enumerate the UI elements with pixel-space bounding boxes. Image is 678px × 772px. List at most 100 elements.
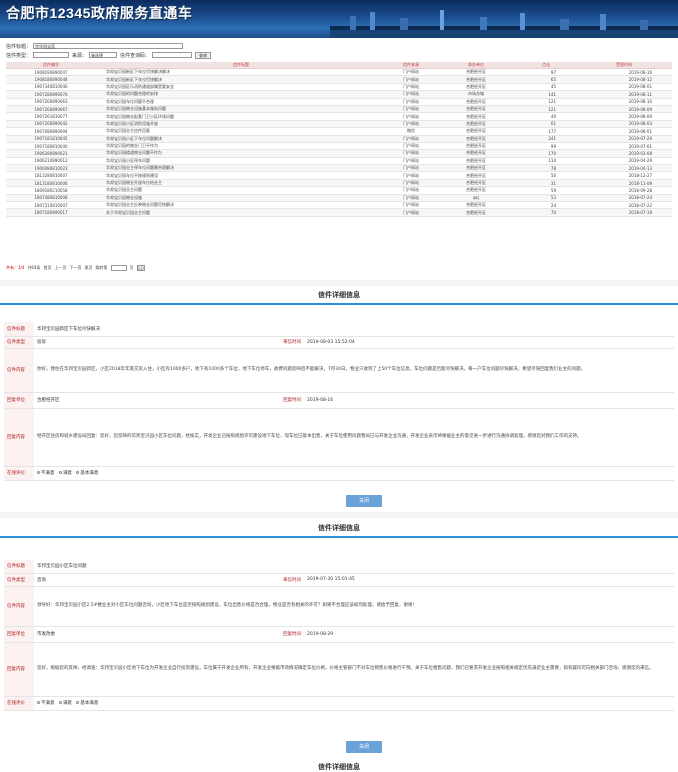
cell-clicks: 45 (516, 83, 576, 92)
cell-source: 门户网站 (386, 201, 436, 210)
cell-title[interactable]: 华邦宝贝园物业设施 (96, 194, 386, 203)
cell-title[interactable]: 华邦宝贝园楼道物业问题不作为 (96, 149, 386, 158)
table-row[interactable]: 1908180890048 华邦宝贝园新区下车位尽快解决 门户网站 合肥经开区 65 20… (6, 75, 672, 84)
section-rule (0, 303, 678, 305)
cell-title[interactable]: 华邦宝贝园业主停车位问题需合理解决 (96, 164, 386, 173)
table-row[interactable]: 1908190890047 华邦宝贝园新区下车位尽快解决解决 门户网站 合肥经开区 97… (6, 68, 672, 77)
cell-id: 1907260890042 (6, 120, 96, 129)
type-input[interactable] (33, 52, 70, 58)
table-row[interactable]: 1813280810007 华邦宝贝园车位不按规则建设 门户网站 合肥经开区 50 201… (6, 171, 672, 180)
table-row[interactable]: 1907340810040 华邦宝贝园区乐消防通道部属是要安全 门户网站 合肥经开区 4… (6, 83, 672, 92)
cell-clicks: 40 (516, 112, 576, 121)
cell-unit: 合肥经开区 (436, 186, 516, 195)
table-row[interactable]: 1907260890067 华邦宝贝园物业设施基本服务问题 门户网站 合肥经开区 121… (6, 105, 672, 114)
cell-date: 2019-08-09 (576, 112, 672, 121)
cell-source: 门户网站 (386, 112, 436, 121)
cell-unit: 合肥经开区 (436, 83, 516, 92)
table-row[interactable]: 1807310810007 华邦宝贝园业主反映物业问题尽快解决 门户网站 合肥经开区 2… (6, 201, 672, 210)
go-button[interactable]: GO (136, 265, 145, 271)
cell-unit: 合肥经开区 (436, 164, 516, 173)
unit-key: 回复单位 (4, 392, 34, 409)
table-row[interactable]: 1906080810023 华邦宝贝园业主停车位问题需合理解决 门户网站 合肥经开区 7… (6, 164, 672, 173)
cell-unit: 合肥经开区 (436, 105, 516, 114)
next-page-link[interactable]: 下一页 (70, 265, 82, 271)
eval-option-radio[interactable]: 基本满意 (76, 700, 98, 706)
unit-key: 回复单位 (4, 626, 34, 643)
table-row[interactable]: 1807180890017 关于华邦宝贝园业主问题 门户网站 合肥经开区 70 2018-… (6, 208, 672, 217)
from-select[interactable]: 来选择 (89, 52, 118, 58)
cell-title[interactable]: 华邦宝贝园车位不按规则建设 (96, 171, 386, 180)
cell-id: 1907280890076 (6, 90, 96, 99)
cell-clicks: 24 (516, 201, 576, 210)
cell-source: 门户网站 (386, 157, 436, 166)
table-row[interactable]: 1813180810006 华邦宝贝园物业开放车位给业主 门户网站 合肥经开区 31 20… (6, 179, 672, 188)
table-row[interactable]: 1907181810045 华邦宝贝园小区下车位问题解决 门户网站 合肥经开区 241 2… (6, 135, 672, 143)
eval-option-radio[interactable]: 基本满意 (76, 470, 98, 476)
cell-title[interactable]: 关于华邦宝贝园业主问题 (96, 208, 386, 217)
title-input[interactable]: 宗华园宝蓝 (33, 43, 184, 49)
table-row[interactable]: 1907260890063 华邦宝贝园车位问题不合理 门户网站 合肥经开区 121 201… (6, 98, 672, 106)
first-page-link[interactable]: 首页 (44, 265, 52, 271)
eval-option-radio[interactable]: 满意 (58, 700, 72, 706)
separator (0, 512, 678, 518)
total-count: 共64条 (27, 265, 41, 270)
cell-title[interactable]: 华邦宝贝园物业开放车位给业主 (96, 179, 386, 188)
cell-title[interactable]: 华邦宝贝园新区下车位尽快解决 (96, 75, 386, 84)
cell-id: 1807480810008 (6, 194, 96, 203)
cell-title[interactable]: 华邦宝贝园的问题合理的安排 (96, 90, 386, 99)
cell-title[interactable]: 华邦宝贝园的物业门卫不作为 (96, 142, 386, 151)
subject-value: 华邦宝贝园小区车位问题 (34, 560, 674, 574)
search-button[interactable]: 查询 (195, 51, 212, 59)
last-page-link[interactable]: 尾页 (85, 265, 93, 271)
unit-value: 市发改委 (34, 626, 234, 643)
cell-title[interactable]: 华邦宝贝园业主反映物业问题尽快解决 (96, 201, 386, 210)
content-value: 领导好：华邦宝贝园小区2.5#楼业主对小区车位问题咨询，小区地下车位是否按照规划… (34, 586, 674, 627)
cell-unit: 合肥经开区 (436, 201, 516, 210)
type-label: 信件类型： (6, 52, 32, 59)
table-row[interactable]: 1907261810077 华邦宝贝园物业配套门卫小区环境问题 门户网站 合肥经开区 4… (6, 112, 672, 121)
code-input[interactable] (152, 52, 193, 58)
eval-option-radio[interactable]: 不满意 (37, 470, 55, 476)
reply-time-key: 回复时间 (234, 626, 304, 643)
table-row[interactable]: 1906210890012 华邦宝贝园小区停车问题 门户网站 合肥经开区 114 2019… (6, 157, 672, 166)
cell-clicks: 114 (516, 157, 576, 166)
cell-title[interactable]: 华邦宝贝园车位问题不合理 (96, 98, 386, 106)
table-row[interactable]: 1907080890094 华邦宝贝园业主信件回复 微信 合肥经开区 177 2019-0… (6, 127, 672, 136)
prev-page-link[interactable]: 上一页 (55, 265, 67, 271)
cell-title[interactable]: 华邦宝贝园小区停车问题 (96, 157, 386, 166)
subject-value: 华邦宝贝园新区下车位尽快解决 (34, 322, 674, 337)
cell-unit: 合肥经开区 (436, 120, 516, 129)
table-row[interactable]: 1907180810040 华邦宝贝园的物业门卫不作为 门户网站 合肥经开区 99 201… (6, 142, 672, 151)
cell-title[interactable]: 华邦宝贝园物业设施基本服务问题 (96, 105, 386, 114)
cell-unit: qkj (436, 194, 516, 203)
table-row[interactable]: 1906280890021 华邦宝贝园楼道物业问题不作为 门户网站 合肥经开区 170 2… (6, 149, 672, 158)
table-row[interactable]: 1907280890076 华邦宝贝园的问题合理的安排 门户网站 市场东城 141 201… (6, 90, 672, 99)
reply-value: 经开区住房和城乡建设局回复：您好，您反映的华邦宝贝园小区车位问题，经核实，开发企… (34, 408, 674, 467)
unit-value: 合肥经开区 (34, 392, 234, 409)
cell-id: 1908190890047 (6, 68, 96, 77)
close-button[interactable]: 关闭 (346, 495, 382, 507)
table-row[interactable]: 1907260890042 华邦宝贝园小区消防设施开放 门户网站 合肥经开区 61 201… (6, 120, 672, 129)
cell-title[interactable]: 华邦宝贝园物业配套门卫小区环境问题 (96, 112, 386, 121)
cell-source: 门户网站 (386, 83, 436, 92)
cell-title[interactable]: 华邦宝贝园区乐消防通道部属是要安全 (96, 83, 386, 92)
table-row[interactable]: 1807480810008 华邦宝贝园物业设施 门户网站 qkj 53 2018-07-2… (6, 194, 672, 203)
cell-title[interactable]: 华邦宝贝园小区消防设施开放 (96, 120, 386, 129)
cell-title[interactable]: 华邦宝贝园小区下车位问题解决 (96, 135, 386, 143)
cell-clicks: 53 (516, 194, 576, 203)
eval-option-radio[interactable]: 满意 (58, 470, 72, 476)
cell-title[interactable]: 华邦宝贝园新区下车位尽快解决解决 (96, 68, 386, 77)
cell-date: 2018-11-09 (576, 179, 672, 188)
cell-source: 门户网站 (386, 208, 436, 217)
content-key: 信件内容 (4, 348, 34, 393)
eval-option-radio[interactable]: 不满意 (37, 700, 55, 706)
cell-id: 1813180810006 (6, 179, 96, 188)
cell-title[interactable]: 华邦宝贝园业主问题 (96, 186, 386, 195)
table-row[interactable]: 1809180210058 华邦宝贝园业主问题 门户网站 合肥经开区 59 2018-09… (6, 186, 672, 195)
page-input[interactable] (110, 265, 127, 271)
close-button[interactable]: 关闭 (346, 741, 382, 753)
cell-date: 2019-04-29 (576, 157, 672, 166)
cell-id: 1906210890012 (6, 157, 96, 166)
cell-title[interactable]: 华邦宝贝园业主信件回复 (96, 127, 386, 136)
cell-id: 1906280890021 (6, 149, 96, 158)
